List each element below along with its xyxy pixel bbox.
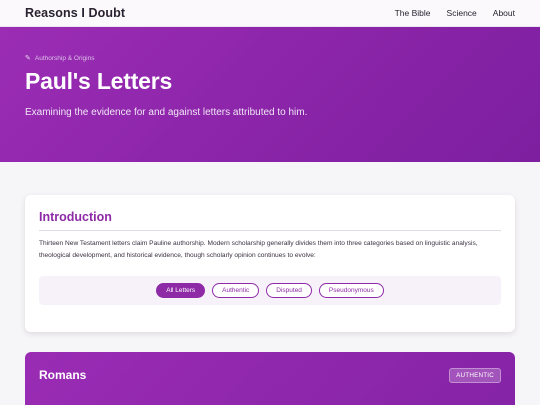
- introduction-card: Introduction Thirteen New Testament lett…: [25, 195, 515, 332]
- page-title: Paul's Letters: [25, 68, 173, 94]
- site-logo-text[interactable]: Reasons I Doubt: [25, 6, 125, 20]
- hero-banner: ✎ Authorship & Origins Paul's Letters Ex…: [0, 27, 540, 162]
- letter-filter-bar: All Letters Authentic Disputed Pseudonym…: [39, 276, 501, 305]
- filter-pseudonymous-button[interactable]: Pseudonymous: [318, 283, 384, 298]
- filter-disputed-button[interactable]: Disputed: [266, 283, 312, 298]
- nav-link-about[interactable]: About: [493, 8, 515, 18]
- heading-divider: [39, 230, 501, 231]
- letter-card-romans[interactable]: Romans AUTHENTIC: [25, 352, 515, 405]
- nav-link-science[interactable]: Science: [447, 8, 477, 18]
- pencil-icon: ✎: [25, 55, 31, 62]
- filter-all-letters-button[interactable]: All Letters: [156, 283, 206, 298]
- filter-authentic-button[interactable]: Authentic: [212, 283, 260, 298]
- status-badge: AUTHENTIC: [449, 368, 501, 383]
- breadcrumb-label[interactable]: Authorship & Origins: [35, 55, 95, 62]
- top-navigation: Reasons I Doubt The Bible Science About: [0, 0, 540, 27]
- introduction-heading: Introduction: [39, 210, 112, 224]
- nav-link-bible[interactable]: The Bible: [395, 8, 431, 18]
- page-subtitle: Examining the evidence for and against l…: [25, 107, 308, 118]
- breadcrumb: ✎ Authorship & Origins: [25, 54, 515, 63]
- letter-title: Romans: [39, 368, 87, 382]
- introduction-text: Thirteen New Testament letters claim Pau…: [39, 240, 478, 259]
- nav-links: The Bible Science About: [395, 8, 515, 18]
